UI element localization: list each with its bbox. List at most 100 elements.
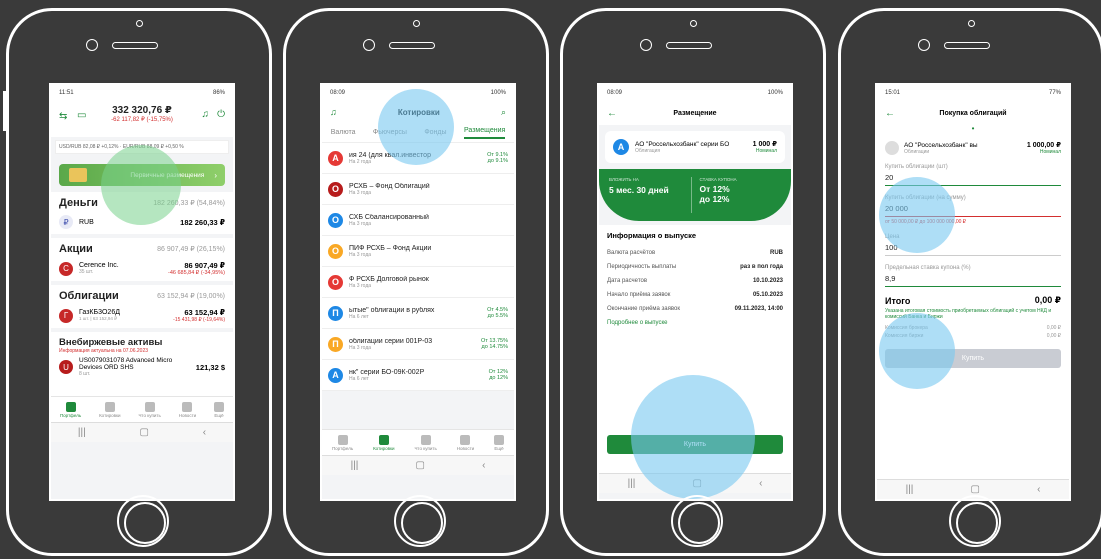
rate-input[interactable]: 8,9 [885, 271, 1061, 287]
exchange-fee-label: Комиссия биржи [885, 333, 924, 339]
buy-button[interactable]: Купить [885, 349, 1061, 368]
tab-what-to-buy[interactable]: Что купить [138, 401, 161, 418]
back-arrow-icon[interactable]: ← [885, 108, 895, 119]
placement-list-item[interactable]: О Ф РСХБ Долговой рынок На 3 года [322, 267, 514, 298]
home-button[interactable] [394, 495, 446, 547]
money-item[interactable]: ₽ RUB 182 260,33 ₽ [59, 215, 225, 229]
primary-placements-banner[interactable]: Первичные размещения › [59, 164, 225, 186]
chart-icon [420, 434, 431, 445]
coupon-label: СТАВКА КУПОНА [699, 177, 737, 182]
power-icon[interactable]: ⏻ [217, 109, 225, 120]
tab-portfolio[interactable]: Портфель [332, 434, 353, 451]
camera-icon [136, 20, 143, 27]
home-button[interactable] [671, 495, 723, 547]
sum-input[interactable]: 20 000 [885, 201, 1061, 217]
bonds-item[interactable]: Г ГазКБ3О26Д 1 шт. | 63 152,94 ₽ 63 152,… [59, 308, 225, 323]
placement-list-item[interactable]: О ПИФ РСХБ – Фонд Акции На 3 года [322, 236, 514, 267]
placement-list-item[interactable]: Поблигации серии 001Р-03 На 3 года От 13.7… [322, 329, 514, 360]
speaker-icon [389, 42, 435, 49]
money-item-value: 182 260,33 ₽ [180, 217, 225, 227]
info-key: Начало приёма заявок [607, 292, 671, 298]
placement-list-item[interactable]: Анк" серии БО-09К-002Р На 6 лет От 12% до 1… [322, 360, 514, 391]
system-navbar: ||| ▢ ‹ [51, 422, 233, 442]
info-title: Информация о выпуске [607, 231, 697, 240]
price-input[interactable]: 100 [885, 240, 1061, 256]
tab-what-to-buy[interactable]: Что купить [414, 434, 437, 451]
tab-quotes[interactable]: Котировки [99, 401, 121, 418]
tab-futures[interactable]: Фьючерсы [373, 129, 407, 136]
bond-name: ытые" облигации в рублях [349, 306, 435, 314]
sensor-icon [363, 39, 375, 51]
tab-news[interactable]: Новости [178, 401, 197, 418]
home-nav-icon[interactable]: ▢ [415, 460, 424, 471]
broker-fee-value: 0,00 ₽ [1046, 325, 1061, 331]
bond-term: На 3 года [349, 220, 372, 227]
chat-icon[interactable]: ▭ [77, 110, 86, 121]
tab-more[interactable]: Ещё [494, 434, 505, 451]
recent-apps-icon[interactable]: ||| [351, 460, 359, 471]
speaker-icon [666, 42, 712, 49]
invest-label: ВЛОЖИТЬ НА [609, 177, 639, 182]
info-row: Валюта расчётов RUB [607, 246, 783, 260]
placement-list-item[interactable]: Пытые" облигации в рублях На 6 лет От 4.5%… [322, 298, 514, 329]
bell-icon[interactable]: ♫ [202, 109, 210, 120]
tab-quotes[interactable]: Котировки [373, 434, 395, 451]
sensor-icon [86, 39, 98, 51]
camera-icon [968, 20, 975, 27]
tab-currency[interactable]: Валюта [331, 129, 356, 136]
swap-icon[interactable]: ⇆ [59, 111, 67, 122]
quantity-input[interactable]: 20 [885, 170, 1061, 186]
bottom-tabbar: Портфель Котировки Что купить Новости Ещ… [322, 429, 514, 455]
tab-news[interactable]: Новости [457, 434, 474, 451]
otc-item[interactable]: U US0079031078 Advanced Micro Devices OR… [59, 357, 225, 377]
tab-portfolio[interactable]: Портфель [60, 401, 81, 418]
back-nav-icon[interactable]: ‹ [203, 427, 206, 438]
more-link[interactable]: Подробнее о выпуске [607, 320, 783, 326]
speaker-icon [112, 42, 158, 49]
page-title: Размещение [673, 109, 717, 117]
home-nav-icon[interactable]: ▢ [139, 427, 148, 438]
info-row: Окончание приёма заявок 09.11.2023, 14:00 [607, 302, 783, 316]
gazprombank-logo-icon: Г [59, 308, 73, 323]
status-battery: 86% [212, 90, 225, 96]
search-icon[interactable]: ⌕ [501, 107, 506, 118]
bond-name: СХБ Сбалансированный [349, 213, 429, 221]
back-nav-icon[interactable]: ‹ [1037, 484, 1040, 495]
bond-name: РСХБ – Фонд Облигаций [349, 182, 430, 190]
ruble-icon: ₽ [59, 215, 73, 229]
home-button[interactable] [117, 495, 169, 547]
bonds-item-sub: 1 шт. | 63 152,94 ₽ [79, 316, 117, 321]
home-button[interactable] [949, 495, 1001, 547]
placement-list-item[interactable]: Аия 24 (для квал.инвестор На 2 года От 9.1… [322, 143, 514, 174]
issuer-logo-icon: О [328, 181, 343, 197]
placement-list-item[interactable]: О РСХБ – Фонд Облигаций На 3 года [322, 174, 514, 205]
home-nav-icon[interactable]: ▢ [692, 478, 701, 489]
quotes-header: ♫ Котировки ⌕ [322, 101, 514, 123]
camera-icon [690, 20, 697, 27]
recent-apps-icon[interactable]: ||| [906, 484, 914, 495]
recent-apps-icon[interactable]: ||| [78, 427, 86, 438]
tab-placements[interactable]: Размещения [463, 127, 506, 139]
status-battery: 77% [1048, 90, 1061, 96]
info-rows: Валюта расчётов RUB Периодичность выплаты р… [607, 246, 783, 316]
placement-list-item[interactable]: О СХБ Сбалансированный На 3 года [322, 205, 514, 236]
exchange-fee-row: Комиссия биржи 0,00 ₽ [885, 333, 1061, 339]
home-nav-icon[interactable]: ▢ [970, 484, 979, 495]
bell-icon[interactable]: ♫ [330, 107, 337, 117]
purchase-header: ← Покупка облигаций [877, 101, 1069, 125]
tab-funds[interactable]: Фонды [424, 129, 446, 136]
otc-item-sub: 8 шт. [79, 371, 91, 377]
buy-button[interactable]: Купить [607, 435, 783, 454]
tab-label: Новости [178, 412, 197, 418]
bond-card: АО "Россельхозбанк" вы 1 000,00 ₽ Облига… [885, 141, 1061, 155]
back-nav-icon[interactable]: ‹ [759, 478, 762, 489]
status-bar: 08:09 100% [599, 85, 791, 101]
bond-text: Ф РСХБ Долговой рынок На 3 года [349, 276, 508, 289]
back-arrow-icon[interactable]: ← [607, 108, 617, 119]
bond-nominal: Номинал [1039, 149, 1061, 155]
total-label: Итого [885, 295, 911, 306]
recent-apps-icon[interactable]: ||| [628, 478, 636, 489]
back-nav-icon[interactable]: ‹ [482, 460, 485, 471]
stocks-item[interactable]: C Cerence Inc. 35 шт. 86 907,49 ₽ -46 68… [59, 261, 225, 276]
tab-more[interactable]: Ещё [214, 401, 225, 418]
